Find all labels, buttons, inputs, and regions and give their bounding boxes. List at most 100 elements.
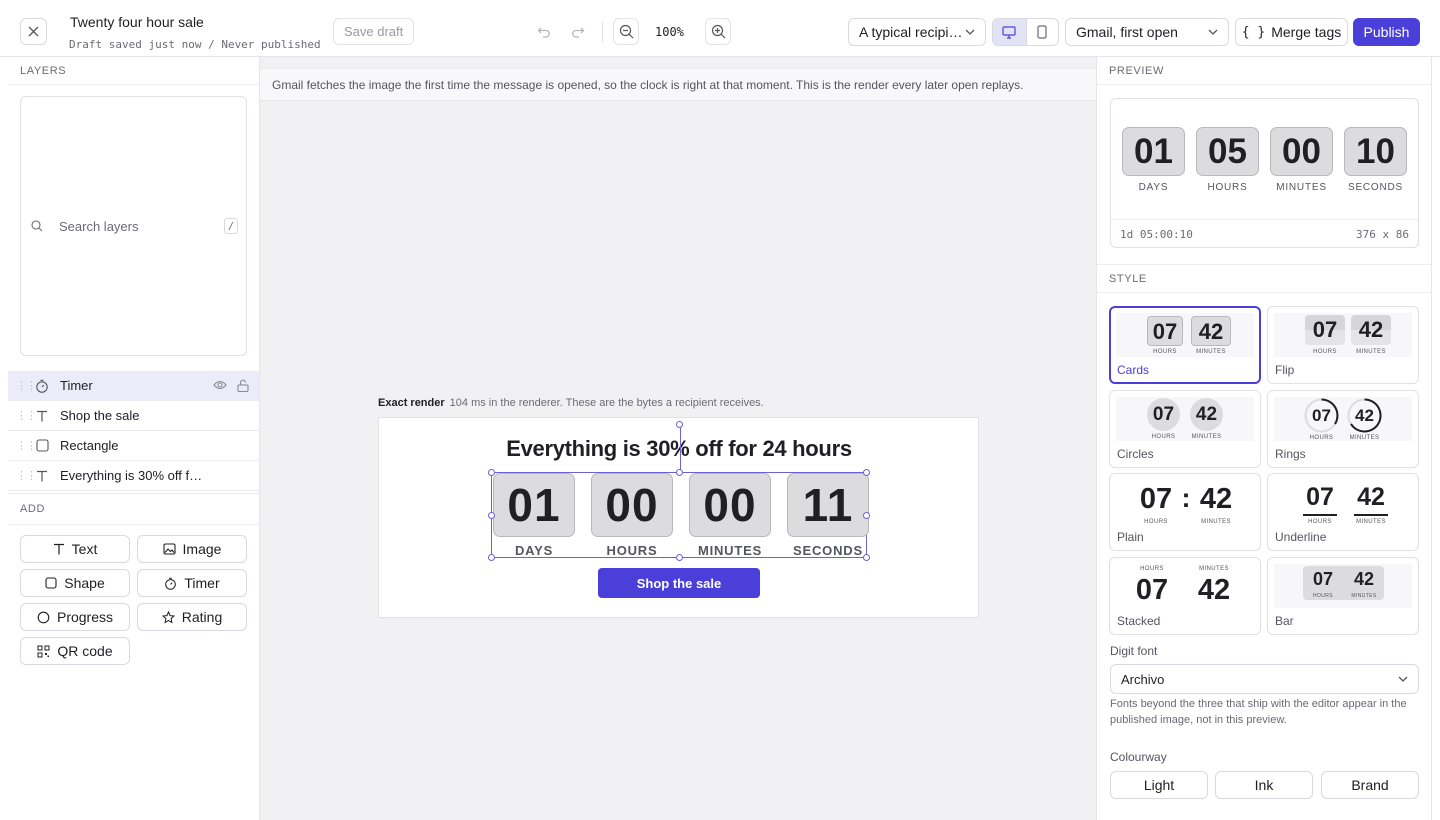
underline-minutes-digits: 42 bbox=[1357, 483, 1385, 511]
add-qr-code-button[interactable]: QR code bbox=[20, 637, 130, 665]
colourway-ink-button[interactable]: Ink bbox=[1215, 771, 1313, 799]
add-image-button[interactable]: Image bbox=[137, 535, 247, 563]
style-tile-flip[interactable]: 07 42 HOURS MINUTES Flip bbox=[1267, 306, 1419, 384]
layer-label: Timer bbox=[60, 378, 93, 393]
add-text-button[interactable]: Text bbox=[20, 535, 130, 563]
rotate-handle[interactable] bbox=[676, 421, 683, 428]
timer-days-label: DAYS bbox=[514, 543, 554, 558]
resize-handle-ne[interactable] bbox=[863, 469, 870, 476]
timer-element[interactable]: 01 DAYS 00 HOURS 00 MINUTES 11 SECONDS bbox=[488, 421, 870, 561]
desktop-view-button[interactable] bbox=[993, 19, 1026, 45]
cards-hours-digits: 07 bbox=[1147, 316, 1183, 346]
style-tile-circles[interactable]: 07 42 HOURS MINUTES Circles bbox=[1109, 390, 1261, 468]
save-draft-button[interactable]: Save draft bbox=[333, 18, 415, 45]
layers-list: ⋮⋮ Timer ⋮⋮ Shop the sale ⋮⋮ Rectangle ⋮… bbox=[8, 371, 259, 491]
layer-search[interactable]: Search layers / bbox=[31, 216, 238, 236]
image-icon bbox=[162, 543, 176, 555]
zoom-in-button[interactable] bbox=[705, 18, 731, 45]
star-icon bbox=[161, 610, 175, 624]
layer-row-shop-the-sale[interactable]: ⋮⋮ Shop the sale bbox=[8, 401, 259, 431]
resize-handle-se[interactable] bbox=[863, 554, 870, 561]
undo-icon bbox=[537, 27, 550, 38]
plain-colon: : bbox=[1181, 483, 1191, 513]
stacked-preview: HOURS MINUTES 07 42 bbox=[1116, 564, 1254, 608]
rectangle-icon bbox=[35, 439, 49, 452]
shop-the-sale-button[interactable]: Shop the sale bbox=[598, 568, 760, 598]
email-headline[interactable]: Everything is 30% off for 24 hours bbox=[379, 436, 979, 462]
resize-handle-w[interactable] bbox=[488, 512, 495, 519]
mobile-icon bbox=[1037, 25, 1047, 39]
timer-icon bbox=[165, 577, 177, 590]
drag-handle[interactable]: ⋮⋮ bbox=[16, 379, 37, 392]
mobile-view-button[interactable] bbox=[1025, 19, 1059, 45]
layer-row-headline[interactable]: ⋮⋮ Everything is 30% off f… bbox=[8, 461, 259, 491]
redo-button[interactable] bbox=[565, 18, 591, 45]
eye-icon[interactable] bbox=[213, 379, 227, 391]
zoom-out-button[interactable] bbox=[613, 18, 639, 45]
add-progress-button[interactable]: Progress bbox=[20, 603, 130, 631]
resize-handle-e[interactable] bbox=[863, 512, 870, 519]
add-shape-button[interactable]: Shape bbox=[20, 569, 130, 597]
resize-handle-sw[interactable] bbox=[488, 554, 495, 561]
zoom-out-icon bbox=[619, 24, 633, 39]
recipient-value: A typical recipi… bbox=[859, 24, 963, 40]
timer-preview: 01 DAYS 05 HOURS 00 MINUTES 10 SECONDS 1… bbox=[1110, 98, 1419, 248]
resize-handle-s[interactable] bbox=[676, 554, 683, 561]
drag-handle[interactable]: ⋮⋮ bbox=[16, 439, 37, 452]
circles-minutes-digits: 42 bbox=[1190, 398, 1223, 431]
preview-dimensions: 376 x 86 bbox=[1356, 227, 1409, 241]
layer-search-box: Search layers / bbox=[20, 96, 247, 356]
left-panel: LAYERS Search layers / ⋮⋮ Timer ⋮⋮ Shop … bbox=[8, 57, 260, 820]
timer-icon bbox=[36, 379, 48, 393]
desktop-icon bbox=[1002, 25, 1016, 39]
preview-hours-card: 05 bbox=[1196, 127, 1259, 176]
colourway-label: Colourway bbox=[1110, 750, 1167, 764]
drag-handle[interactable]: ⋮⋮ bbox=[16, 469, 37, 482]
style-tile-underline[interactable]: 07 42 HOURS MINUTES Underline bbox=[1267, 473, 1419, 551]
style-tile-label: Rings bbox=[1275, 447, 1306, 461]
style-tile-stacked[interactable]: HOURS MINUTES 07 42 Stacked bbox=[1109, 557, 1261, 635]
style-heading: STYLE bbox=[1097, 264, 1431, 293]
style-tile-label: Bar bbox=[1275, 614, 1294, 628]
resize-handle-n[interactable] bbox=[676, 469, 683, 476]
layer-row-rectangle[interactable]: ⋮⋮ Rectangle bbox=[8, 431, 259, 461]
colourway-brand-button[interactable]: Brand bbox=[1321, 771, 1419, 799]
toolbar-divider bbox=[602, 22, 603, 42]
canvas[interactable]: Gmail fetches the image the first time t… bbox=[260, 57, 1096, 820]
email-render[interactable]: Everything is 30% off for 24 hours 01 DA… bbox=[378, 417, 979, 618]
style-tile-cards[interactable]: 07 42 HOURS MINUTES Cards bbox=[1109, 306, 1261, 384]
top-bar: Twenty four hour sale Draft saved just n… bbox=[0, 0, 1440, 57]
shape-icon bbox=[45, 577, 57, 589]
bar-hours-digits: 07 bbox=[1312, 569, 1334, 589]
undo-button[interactable] bbox=[531, 18, 557, 45]
document-title[interactable]: Twenty four hour sale bbox=[70, 14, 204, 30]
search-shortcut: / bbox=[224, 218, 238, 234]
layer-row-timer[interactable]: ⋮⋮ Timer bbox=[8, 371, 259, 401]
digit-font-select[interactable]: Archivo bbox=[1110, 664, 1419, 694]
publish-button[interactable]: Publish bbox=[1353, 18, 1420, 46]
style-tile-bar[interactable]: 07 42 HOURS MINUTES Bar bbox=[1267, 557, 1419, 635]
rings-hours-digits: 07 bbox=[1312, 406, 1331, 425]
circles-minutes-label: MINUTES bbox=[1191, 434, 1222, 440]
digit-font-hint: Fonts beyond the three that ship with th… bbox=[1110, 698, 1407, 726]
flip-hours-digits: 07 bbox=[1305, 315, 1345, 345]
style-tile-rings[interactable]: 07 42 HOURS MINUTES Rings bbox=[1267, 390, 1419, 468]
cards-preview: 07 42 HOURS MINUTES bbox=[1116, 313, 1254, 357]
merge-tags-button[interactable]: { } Merge tags bbox=[1235, 18, 1348, 46]
timer-days-card: 01 bbox=[493, 473, 575, 537]
zoom-level: 100% bbox=[655, 25, 684, 39]
email-client-select[interactable]: Gmail, first open bbox=[1065, 18, 1229, 46]
add-rating-button[interactable]: Rating bbox=[137, 603, 247, 631]
close-button[interactable] bbox=[20, 18, 47, 45]
preview-minutes-card: 00 bbox=[1270, 127, 1333, 176]
resize-handle-nw[interactable] bbox=[488, 469, 495, 476]
colourway-light-button[interactable]: Light bbox=[1110, 771, 1208, 799]
search-input[interactable]: Search layers bbox=[59, 219, 138, 234]
close-icon bbox=[28, 26, 39, 37]
drag-handle[interactable]: ⋮⋮ bbox=[16, 409, 37, 422]
unlock-icon[interactable] bbox=[237, 379, 249, 392]
add-timer-button[interactable]: Timer bbox=[137, 569, 247, 597]
recipient-select[interactable]: A typical recipi… bbox=[848, 18, 986, 46]
style-tile-plain[interactable]: 07 : 42 HOURS MINUTES Plain bbox=[1109, 473, 1261, 551]
progress-icon bbox=[37, 611, 50, 623]
